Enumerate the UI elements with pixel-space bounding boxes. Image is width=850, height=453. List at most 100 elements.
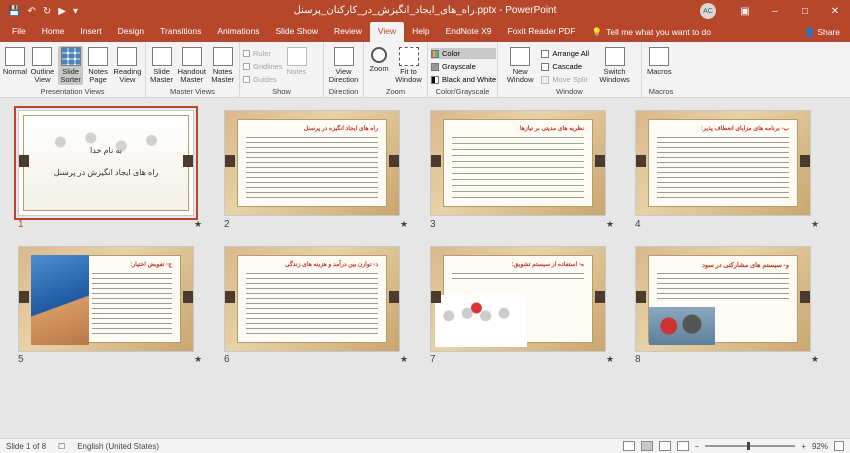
new-window-icon <box>510 47 531 66</box>
slide-text-block <box>246 135 378 200</box>
group-label: Presentation Views <box>40 87 105 96</box>
slide-sorter-button[interactable]: Slide Sorter <box>57 46 84 85</box>
avatar[interactable]: AC <box>700 3 716 19</box>
transition-star-icon[interactable]: ★ <box>400 219 408 230</box>
notes-master-button[interactable]: Notes Master <box>209 46 236 85</box>
lightbulb-icon: 💡 <box>591 27 603 37</box>
slide-sorter-status-icon[interactable] <box>640 441 653 451</box>
notes-button[interactable]: Notes <box>285 46 309 77</box>
checkbox-icon <box>243 50 250 57</box>
slide-thumbnail-1[interactable]: به نام خدا راه های ایجاد انگیزش در پرسنل <box>14 106 198 220</box>
transition-star-icon[interactable]: ★ <box>194 219 202 230</box>
slide-master-button[interactable]: Slide Master <box>149 46 174 85</box>
slide-thumbnail-6[interactable]: د- توازن بین درآمد و هزینه های زندگی <box>224 246 400 352</box>
tab-file[interactable]: File <box>4 22 34 42</box>
reading-view-status-icon[interactable] <box>658 441 671 451</box>
group-label: Master Views <box>170 87 215 96</box>
slide-thumbnail-3[interactable]: نظریه های مدیتی بر نیازها <box>430 110 606 216</box>
close-icon[interactable]: ✕ <box>820 6 850 17</box>
share-button[interactable]: 👤 Share <box>804 23 850 42</box>
tab-animations[interactable]: Animations <box>209 22 267 42</box>
transition-star-icon[interactable]: ★ <box>194 354 202 365</box>
tab-design[interactable]: Design <box>110 22 152 42</box>
grayscale-option[interactable]: Grayscale <box>431 61 496 72</box>
ribbon-display-options-icon[interactable]: ▣ <box>730 6 760 17</box>
view-direction-button[interactable]: View Direction <box>327 46 360 85</box>
transition-star-icon[interactable]: ★ <box>811 219 819 230</box>
color-option[interactable]: Color <box>431 48 497 59</box>
slide-number-5: 5 <box>18 354 24 365</box>
gridlines-checkbox[interactable]: Gridlines <box>243 61 283 72</box>
tab-insert[interactable]: Insert <box>72 22 109 42</box>
slide-thumbnail-2[interactable]: راه های ایجاد انگیزه در پرسنل <box>224 110 400 216</box>
zoom-in-icon[interactable]: + <box>801 442 806 451</box>
fit-slide-icon[interactable] <box>834 441 844 451</box>
transition-star-icon[interactable]: ★ <box>400 354 408 365</box>
slide-number-8: 8 <box>635 354 641 365</box>
slide-heading: راه های ایجاد انگیزه در پرسنل <box>303 126 378 132</box>
switch-windows-button[interactable]: Switch Windows <box>591 46 638 85</box>
slideshow-from-start-icon[interactable]: ▶ <box>58 6 66 17</box>
tell-me-text: Tell me what you want to do <box>606 27 711 37</box>
checkbox-icon <box>243 63 250 70</box>
new-window-button[interactable]: New Window <box>501 46 539 85</box>
slide-count-status[interactable]: Slide 1 of 8 <box>0 442 52 451</box>
handout-master-button[interactable]: Handout Master <box>176 46 207 85</box>
move-split-button[interactable]: Move Split <box>541 74 589 85</box>
slide-sorter-icon <box>60 47 81 66</box>
slide-thumbnail-7[interactable]: ه- استفاده از سیستم تشویق: <box>430 246 606 352</box>
slide-heading: ب- برنامه های مزایای انعطاف پذیر: <box>701 126 789 132</box>
tell-me-box[interactable]: 💡 Tell me what you want to do <box>584 23 711 42</box>
zoom-out-icon[interactable]: − <box>695 442 700 451</box>
normal-view-status-icon[interactable] <box>622 441 635 451</box>
outline-view-button[interactable]: Outline View <box>29 46 56 85</box>
move-split-icon <box>541 75 550 84</box>
save-icon[interactable]: 💾 <box>8 6 20 17</box>
tab-foxit[interactable]: Foxit Reader PDF <box>499 22 583 42</box>
arrange-all-button[interactable]: Arrange All <box>541 48 589 59</box>
slide-thumbnail-8[interactable]: و- سیستم های مشارکتی در سود <box>635 246 811 352</box>
tab-transitions[interactable]: Transitions <box>152 22 209 42</box>
slide-thumbnail-5[interactable]: ج- تفویض اختیار: <box>18 246 194 352</box>
transition-star-icon[interactable]: ★ <box>606 219 614 230</box>
tab-endnote[interactable]: EndNote X9 <box>438 22 500 42</box>
slide-tab-left <box>225 155 235 167</box>
guides-checkbox[interactable]: Guides <box>243 74 283 85</box>
notes-icon <box>286 47 307 66</box>
slide-heading: و- سیستم های مشارکتی در سود <box>702 262 789 269</box>
slide-thumbnail-4[interactable]: ب- برنامه های مزایای انعطاف پذیر: <box>635 110 811 216</box>
reading-view-button[interactable]: Reading View <box>113 46 142 85</box>
zoom-slider-thumb[interactable] <box>747 442 751 450</box>
accessibility-icon[interactable]: ☐ <box>52 442 71 451</box>
redo-icon[interactable]: ↻ <box>43 6 51 17</box>
minimize-icon[interactable]: – <box>760 6 790 17</box>
transition-star-icon[interactable]: ★ <box>811 354 819 365</box>
notes-page-button[interactable]: Notes Page <box>85 46 110 85</box>
slide-tab-right <box>595 155 605 167</box>
black-and-white-option[interactable]: Black and White <box>431 74 496 85</box>
slide-tab-left <box>431 155 441 167</box>
zoom-button[interactable]: Zoom <box>367 46 391 74</box>
zoom-slider[interactable] <box>705 442 796 450</box>
tab-help[interactable]: Help <box>404 22 437 42</box>
ruler-checkbox[interactable]: Ruler <box>243 48 283 59</box>
tab-view[interactable]: View <box>369 22 405 42</box>
quick-access-toolbar: 💾 ↶ ↻ ▶ ▾ <box>0 6 78 17</box>
slideshow-status-icon[interactable] <box>676 441 689 451</box>
slide-text-block <box>246 271 378 336</box>
customize-qat-icon[interactable]: ▾ <box>73 6 78 17</box>
tab-slide-show[interactable]: Slide Show <box>267 22 326 42</box>
cascade-button[interactable]: Cascade <box>541 61 589 72</box>
slide-text-block <box>657 135 789 200</box>
tab-home[interactable]: Home <box>34 22 73 42</box>
tab-review[interactable]: Review <box>326 22 370 42</box>
transition-star-icon[interactable]: ★ <box>606 354 614 365</box>
language-status[interactable]: English (United States) <box>71 442 165 451</box>
fit-to-window-button[interactable]: Fit to Window <box>393 46 424 85</box>
zoom-level[interactable]: 92% <box>812 442 828 451</box>
maximize-icon[interactable]: □ <box>790 6 820 17</box>
macros-button[interactable]: Macros <box>645 46 674 77</box>
undo-icon[interactable]: ↶ <box>27 6 35 17</box>
normal-view-button[interactable]: Normal <box>3 46 27 77</box>
gears-hands-image <box>649 307 715 345</box>
